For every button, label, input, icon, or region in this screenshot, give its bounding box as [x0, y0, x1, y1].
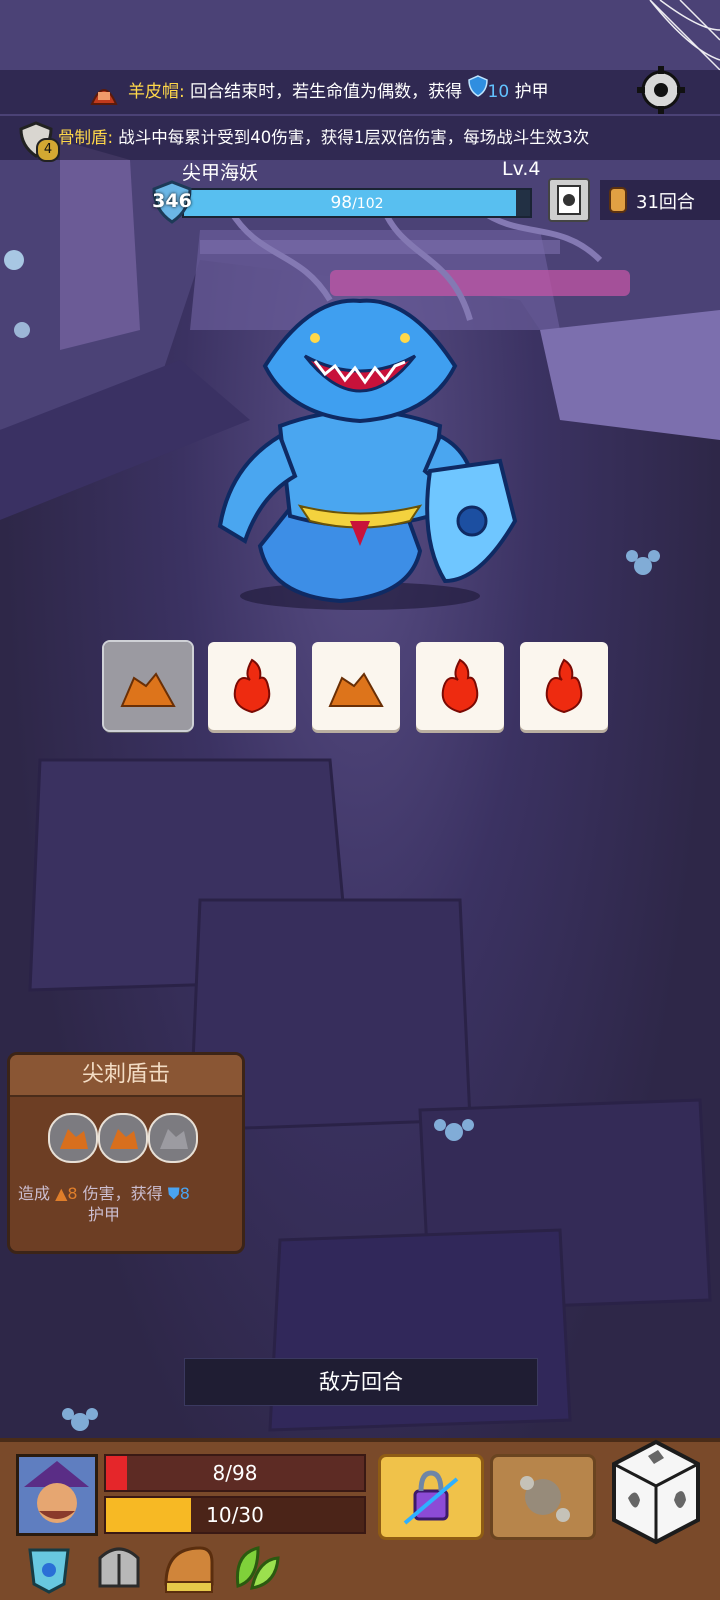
skill-desc-prefix: 造成: [18, 1184, 56, 1203]
scroll-icon: [604, 184, 632, 216]
player-hp-text: 8/98: [212, 1461, 258, 1485]
player-energy-text: 10/30: [206, 1503, 264, 1527]
ability-hat-name: 羊皮帽: [128, 82, 179, 102]
enemy-creature-sprite[interactable]: [190, 296, 530, 616]
skill-slot-rock-1: [48, 1113, 98, 1163]
ability-hat-value: 10: [487, 82, 510, 102]
rock-icon: [120, 672, 176, 707]
armor-icon-small: ⛊: [167, 1184, 180, 1203]
player-hud: 8/98 10/30: [0, 1438, 720, 1600]
armor-shield-icon: [467, 70, 488, 114]
enemy-hp-bar: 98/102: [182, 188, 532, 218]
player-hp-bar: 8/98: [104, 1454, 366, 1492]
dice-roll-button[interactable]: [606, 1438, 706, 1546]
turn-banner-text: 敌方回合: [319, 1370, 403, 1394]
game-screen: { "abilities": [ { "name": "羊皮帽", "colon…: [0, 0, 720, 1600]
die-1-rock[interactable]: [102, 640, 194, 732]
die-2-fire[interactable]: [208, 642, 296, 730]
armor-icon[interactable]: [22, 1540, 76, 1594]
player-avatar[interactable]: [16, 1454, 98, 1536]
reroll-button[interactable]: [490, 1454, 596, 1540]
enemy-level: Lv.4: [502, 158, 541, 180]
shield-stack-badge: 4: [36, 138, 60, 162]
enemy-shield-value: 346: [152, 190, 192, 212]
player-energy-bar: 10/30: [104, 1496, 366, 1534]
turn-counter: 31回合: [636, 192, 695, 213]
hat-icon: [88, 76, 120, 108]
fire-icon: [233, 658, 271, 714]
die-3-rock[interactable]: [312, 642, 400, 730]
skill-card-slots: [48, 1113, 208, 1163]
helmet-icon[interactable]: [92, 1540, 146, 1594]
fire-icon: [545, 658, 583, 714]
skill-card-desc: 造成 ▲8 伤害，获得 ⛊8 护甲: [18, 1183, 232, 1225]
skill-armor-value: 8: [179, 1184, 190, 1203]
leaf-icon[interactable]: [228, 1540, 284, 1596]
enemy-hp-current: 98: [330, 193, 353, 213]
fire-icon: [441, 658, 479, 714]
lock-dice-button[interactable]: [378, 1454, 484, 1540]
ability-hat-text: 回合结束时，若生命值为偶数，获得: [184, 82, 468, 102]
settings-gear-icon[interactable]: [634, 64, 688, 116]
ability-shield-text: 战斗中每累计受到40伤害，获得1层双倍伤害，每场战斗生效3次: [113, 128, 590, 147]
turn-banner: 敌方回合: [184, 1358, 538, 1406]
skill-card[interactable]: 尖刺盾击 造成 ▲8 伤害，获得 ⛊8 护甲: [7, 1052, 245, 1254]
rock-icon: [328, 672, 384, 707]
skill-card-title: 尖刺盾击: [10, 1055, 242, 1097]
ability-hat-suffix: 护甲: [509, 82, 549, 102]
turn-counter-box: 31回合: [600, 180, 720, 220]
skill-damage-value: 8: [67, 1184, 78, 1203]
skill-slot-rock-2: [98, 1113, 148, 1163]
enemy-info-icon[interactable]: [548, 178, 590, 222]
die-4-fire[interactable]: [416, 642, 504, 730]
ability-hat-line[interactable]: 羊皮帽: 回合结束时，若生命值为偶数，获得 10 护甲: [0, 70, 720, 114]
skill-slot-rock-3: [148, 1113, 198, 1163]
enemy-hp-max: /102: [352, 196, 384, 212]
skill-desc-suffix: 护甲: [88, 1205, 121, 1224]
rock-damage-icon: ▲: [55, 1184, 68, 1203]
die-5-fire[interactable]: [520, 642, 608, 730]
skill-desc-mid: 伤害，获得: [77, 1184, 168, 1203]
scroll-item-icon[interactable]: [160, 1540, 216, 1596]
ability-shield-name: 骨制盾: [58, 128, 108, 147]
